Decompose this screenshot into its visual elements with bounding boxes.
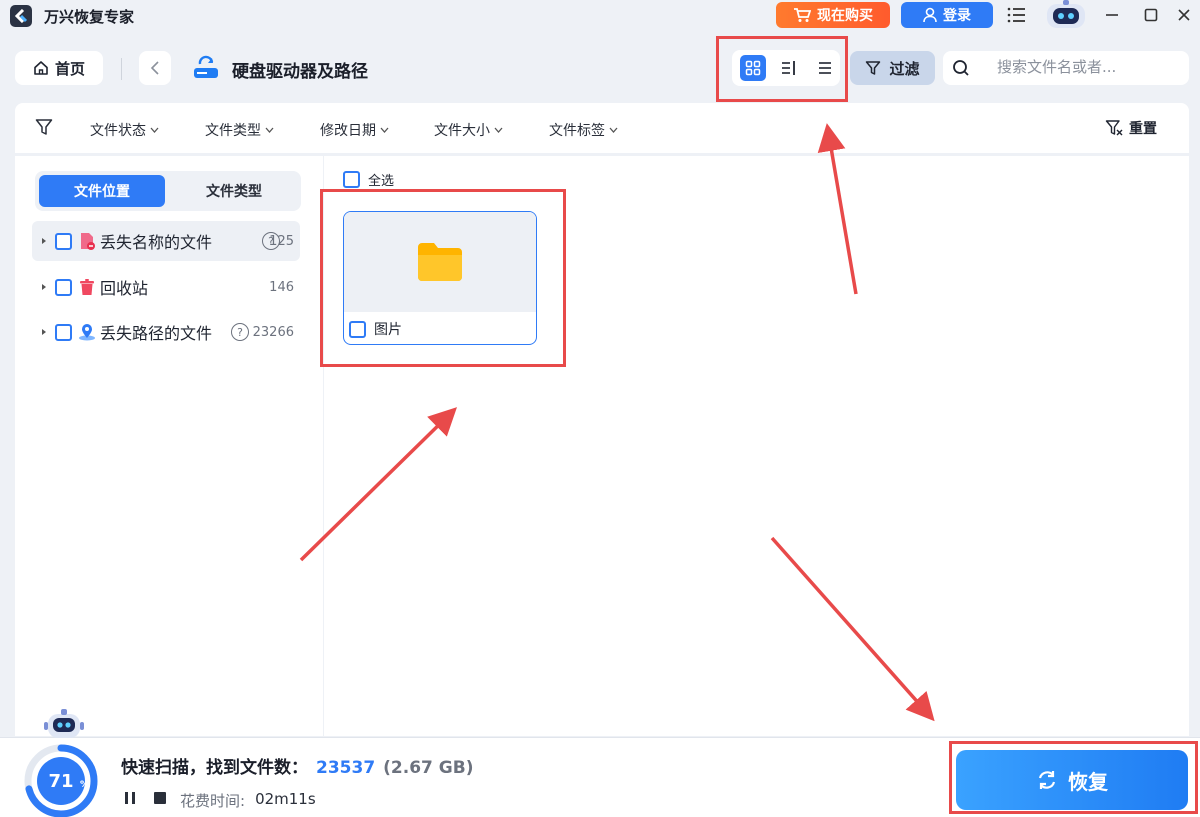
search-box — [943, 51, 1189, 85]
clear-filter-icon — [1105, 120, 1123, 136]
chevron-down-icon — [150, 127, 159, 133]
annotation-box-recover — [949, 741, 1198, 814]
scan-summary: 快速扫描，找到文件数： 23537 (2.67 GB) — [121, 753, 473, 778]
filter-file-type[interactable]: 文件类型 — [205, 120, 274, 140]
login-label: 登录 — [943, 8, 971, 24]
minimize-icon[interactable] — [1101, 4, 1123, 26]
filter-item-label: 文件状态 — [90, 123, 146, 139]
view-by-switch: 文件位置 文件类型 — [35, 171, 301, 211]
tree-checkbox[interactable] — [55, 278, 72, 296]
help-icon[interactable]: ? — [231, 323, 249, 341]
filter-file-tag[interactable]: 文件标签 — [549, 120, 618, 140]
pause-icon[interactable] — [123, 791, 137, 805]
login-button[interactable]: 登录 — [901, 2, 993, 28]
buy-now-button[interactable]: 现在购买 — [776, 2, 890, 28]
filter-item-label: 文件标签 — [549, 123, 605, 139]
annotation-box-view-switch — [716, 36, 848, 102]
reset-filter-button[interactable]: 重置 — [1105, 118, 1157, 138]
app-window: 万兴恢复专家 现在购买 登录 首页 硬盘驱动器及路径 过滤 搜索文件名或者...… — [0, 0, 1200, 817]
filter-icon — [35, 119, 53, 135]
filter-item-label: 修改日期 — [320, 123, 376, 139]
bot-avatar-icon[interactable] — [1041, 0, 1091, 30]
elapsed-time: 花费时间: 02m11s — [180, 790, 316, 811]
user-icon — [923, 7, 937, 23]
filter-file-status[interactable]: 文件状态 — [90, 120, 159, 140]
title-bar: 万兴恢复专家 现在购买 登录 — [0, 0, 1200, 30]
reset-label: 重置 — [1129, 121, 1157, 137]
maximize-icon[interactable] — [1140, 4, 1162, 26]
scan-progress-ring: 71 % — [14, 738, 104, 817]
home-icon — [34, 61, 48, 75]
location-tree-panel: 文件位置 文件类型 丢失名称的文件 ? 125 回收站 146 丢失路径的文件 … — [15, 156, 323, 736]
app-title: 万兴恢复专家 — [44, 8, 135, 26]
menu-icon[interactable] — [1006, 4, 1028, 26]
tree-checkbox[interactable] — [55, 323, 72, 341]
tree-item-label: 丢失名称的文件 — [100, 233, 213, 252]
tree-item-count: 23266 — [252, 324, 294, 340]
tree-checkbox[interactable] — [55, 232, 72, 250]
select-all-label: 全选 — [368, 174, 395, 189]
filter-item-label: 文件大小 — [434, 123, 490, 139]
tree-item-label: 丢失路径的文件 — [100, 324, 213, 343]
app-logo-icon — [10, 5, 32, 27]
tree-item-lost-path-files[interactable]: 丢失路径的文件 ? 23266 — [32, 312, 300, 352]
percent-sign: % — [80, 780, 89, 790]
caret-right-icon[interactable] — [40, 328, 48, 336]
tree-item-lost-name-files[interactable]: 丢失名称的文件 ? 125 — [32, 221, 300, 261]
hard-drive-refresh-icon — [192, 54, 220, 82]
filter-icon — [866, 61, 881, 75]
back-button[interactable] — [139, 51, 171, 85]
robot-mascot-icon — [44, 706, 84, 742]
filter-label: 过滤 — [889, 59, 920, 78]
progress-percent: 71 — [48, 771, 73, 792]
search-icon — [953, 60, 969, 76]
tree-item-label: 回收站 — [100, 279, 149, 298]
annotation-box-folder — [320, 189, 566, 367]
filter-file-size[interactable]: 文件大小 — [434, 120, 503, 140]
recycle-bin-icon — [80, 279, 94, 295]
filter-bar: 文件状态 文件类型 修改日期 文件大小 文件标签 重置 — [15, 103, 1189, 153]
chevron-down-icon — [494, 127, 503, 133]
file-count: 23537 — [316, 758, 376, 778]
tab-file-location[interactable]: 文件位置 — [39, 175, 165, 207]
file-size: (2.67 GB) — [383, 758, 474, 778]
checkbox[interactable] — [343, 171, 360, 188]
chevron-down-icon — [609, 127, 618, 133]
chevron-left-icon — [150, 61, 159, 75]
time-label: 花费时间: — [180, 792, 246, 810]
tree-item-count: 125 — [269, 233, 294, 249]
time-value: 02m11s — [255, 790, 316, 808]
search-input[interactable] — [997, 58, 1177, 76]
tree-item-count: 146 — [269, 279, 294, 295]
chevron-down-icon — [380, 127, 389, 133]
home-label: 首页 — [54, 59, 85, 78]
cart-icon — [794, 8, 811, 22]
close-icon[interactable] — [1173, 4, 1195, 26]
lost-name-file-icon — [81, 233, 95, 250]
stop-icon[interactable] — [154, 792, 166, 804]
page-title: 硬盘驱动器及路径 — [232, 62, 368, 82]
filter-item-label: 文件类型 — [205, 123, 261, 139]
select-all-checkbox[interactable]: 全选 — [343, 170, 394, 189]
caret-right-icon[interactable] — [40, 283, 48, 291]
home-button[interactable]: 首页 — [15, 51, 103, 85]
buy-now-label: 现在购买 — [817, 8, 873, 24]
lost-path-location-icon — [79, 324, 95, 341]
chevron-down-icon — [265, 127, 274, 133]
filter-button[interactable]: 过滤 — [850, 51, 935, 85]
divider — [121, 58, 122, 80]
tree-item-recycle-bin[interactable]: 回收站 146 — [32, 267, 300, 307]
caret-right-icon[interactable] — [40, 237, 48, 245]
scan-label: 快速扫描，找到文件数： — [121, 758, 308, 778]
tab-file-type[interactable]: 文件类型 — [171, 175, 297, 207]
filter-modified-date[interactable]: 修改日期 — [320, 120, 389, 140]
